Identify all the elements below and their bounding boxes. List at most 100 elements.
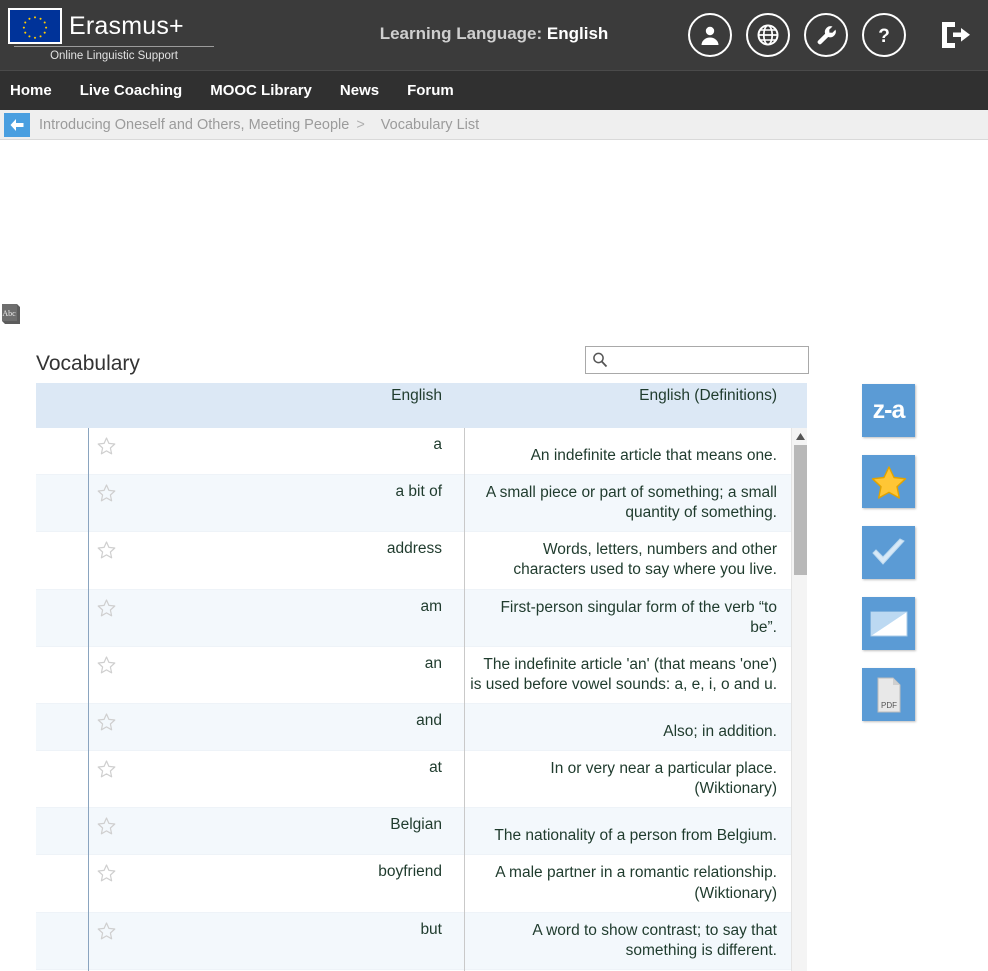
definition-cell: A small piece or part of something; a sm…	[485, 484, 777, 522]
definition-cell: First-person singular form of the verb “…	[500, 598, 777, 636]
star-icon	[871, 465, 906, 499]
star-outline-icon	[97, 656, 115, 674]
breadcrumb: Introducing Oneself and Others, Meeting …	[0, 110, 988, 140]
row-index-cell	[36, 590, 88, 646]
table-row[interactable]: an The indefinite article 'an' (that mean…	[36, 646, 807, 705]
dictionary-abc-icon[interactable]: Abc	[0, 302, 22, 326]
star-outline-icon	[97, 760, 115, 778]
row-index-cell	[36, 808, 88, 854]
breadcrumb-separator: >	[356, 116, 365, 133]
favourite-star-toggle[interactable]	[88, 428, 124, 474]
search-box[interactable]	[585, 346, 809, 374]
table-vertical-scrollbar[interactable]	[791, 428, 807, 971]
header-icon-group: ?	[688, 13, 978, 57]
table-divider-middle	[464, 428, 465, 971]
logout-icon[interactable]	[932, 13, 978, 57]
breadcrumb-parent[interactable]: Introducing Oneself and Others, Meeting …	[39, 117, 349, 133]
star-outline-icon	[97, 817, 115, 835]
row-index-cell	[36, 913, 88, 969]
favourite-star-toggle[interactable]	[88, 532, 124, 588]
svg-text:?: ?	[878, 26, 890, 47]
account-icon[interactable]	[688, 13, 732, 57]
brand-tagline: Online Linguistic Support	[14, 46, 214, 62]
column-header-definitions[interactable]: English (Definitions)	[464, 383, 807, 405]
table-row[interactable]: Belgian The nationality of a person from …	[36, 808, 807, 856]
table-row[interactable]: but A word to show contrast; to say that …	[36, 912, 807, 970]
term-cell: but	[420, 920, 442, 938]
wrench-icon[interactable]	[804, 13, 848, 57]
header-spacer-cell	[36, 383, 88, 387]
row-index-cell	[36, 704, 88, 750]
favourite-star-toggle[interactable]	[88, 751, 124, 807]
star-outline-icon	[97, 484, 115, 502]
sort-z-a-label: z-a	[872, 396, 906, 424]
table-row[interactable]: at In or very near a particular place. (W…	[36, 751, 807, 809]
definition-cell: Words, letters, numbers and other charac…	[513, 541, 777, 579]
term-cell: am	[420, 597, 442, 615]
definition-cell: Also; in addition.	[663, 722, 777, 740]
help-icon[interactable]: ?	[862, 13, 906, 57]
star-outline-icon	[97, 598, 115, 616]
definition-cell: In or very near a particular place. (Wik…	[550, 760, 777, 798]
term-cell: address	[386, 540, 442, 558]
term-cell: Belgian	[390, 816, 442, 834]
star-outline-icon	[97, 922, 115, 940]
nav-item-news[interactable]: News	[340, 82, 379, 99]
learning-language-label: Learning Language:	[379, 24, 547, 43]
term-cell: at	[429, 759, 442, 777]
page-title: Vocabulary	[36, 352, 140, 375]
table-row[interactable]: and Also; in addition.	[36, 704, 807, 752]
favourite-star-toggle[interactable]	[88, 475, 124, 531]
term-cell: a bit of	[395, 483, 442, 500]
favourite-star-toggle[interactable]	[88, 855, 124, 911]
search-input[interactable]	[609, 352, 808, 368]
nav-item-home[interactable]: Home	[10, 82, 52, 99]
app-header: Erasmus+ Online Linguistic Support Learn…	[0, 0, 988, 70]
definition-cell: The indefinite article 'an' (that means …	[470, 655, 777, 693]
nav-item-live-coaching[interactable]: Live Coaching	[80, 82, 183, 99]
sort-z-a-button[interactable]: z-a	[862, 384, 915, 437]
favourite-star-toggle[interactable]	[88, 808, 124, 854]
back-arrow-icon[interactable]	[4, 112, 30, 137]
eu-flag-icon	[8, 8, 62, 44]
row-index-cell	[36, 428, 88, 474]
table-row[interactable]: am First-person singular form of the verb…	[36, 589, 807, 647]
favourite-star-toggle[interactable]	[88, 590, 124, 646]
row-index-cell	[36, 855, 88, 911]
favourite-star-toggle[interactable]	[88, 647, 124, 703]
table-row[interactable]: a bit of A small piece or part of somethi…	[36, 475, 807, 533]
globe-icon[interactable]	[746, 13, 790, 57]
nav-item-mooc-library[interactable]: MOOC Library	[210, 82, 312, 99]
row-index-cell	[36, 475, 88, 531]
row-index-cell	[36, 532, 88, 588]
nav-item-forum[interactable]: Forum	[407, 82, 454, 99]
table-row[interactable]: boyfriend A male partner in a romantic re…	[36, 855, 807, 913]
flashcards-button[interactable]	[862, 597, 915, 650]
brand-name: Erasmus+	[69, 11, 184, 40]
scrollbar-thumb[interactable]	[794, 445, 807, 575]
known-words-button[interactable]	[862, 526, 915, 579]
pdf-file-icon: PDF	[877, 677, 900, 712]
star-outline-icon	[97, 864, 115, 882]
page-body: Abc Vocabulary English English (Definiti…	[0, 140, 988, 971]
definition-cell: A word to show contrast; to say that som…	[532, 921, 777, 959]
scroll-up-icon[interactable]	[792, 428, 808, 444]
main-navigation: Home Live Coaching MOOC Library News For…	[0, 70, 988, 110]
column-header-english[interactable]: English	[88, 383, 464, 405]
flashcard-icon	[870, 611, 907, 636]
table-row[interactable]: a An indefinite article that means one.	[36, 428, 807, 475]
row-index-cell	[36, 751, 88, 807]
vocabulary-table-body: a An indefinite article that means one. a …	[36, 428, 807, 971]
export-pdf-button[interactable]: PDF	[862, 668, 915, 721]
brand-logo: Erasmus+ Online Linguistic Support	[8, 8, 288, 62]
table-row[interactable]: address Words, letters, numbers and other…	[36, 532, 807, 590]
term-cell: boyfriend	[378, 863, 442, 881]
favourite-star-toggle[interactable]	[88, 704, 124, 750]
definition-cell: The nationality of a person from Belgium…	[494, 827, 777, 845]
check-icon	[871, 537, 905, 565]
favourites-button[interactable]	[862, 455, 915, 508]
favourite-star-toggle[interactable]	[88, 913, 124, 969]
term-cell: an	[424, 654, 442, 672]
row-index-cell	[36, 647, 88, 703]
star-outline-icon	[97, 437, 115, 455]
